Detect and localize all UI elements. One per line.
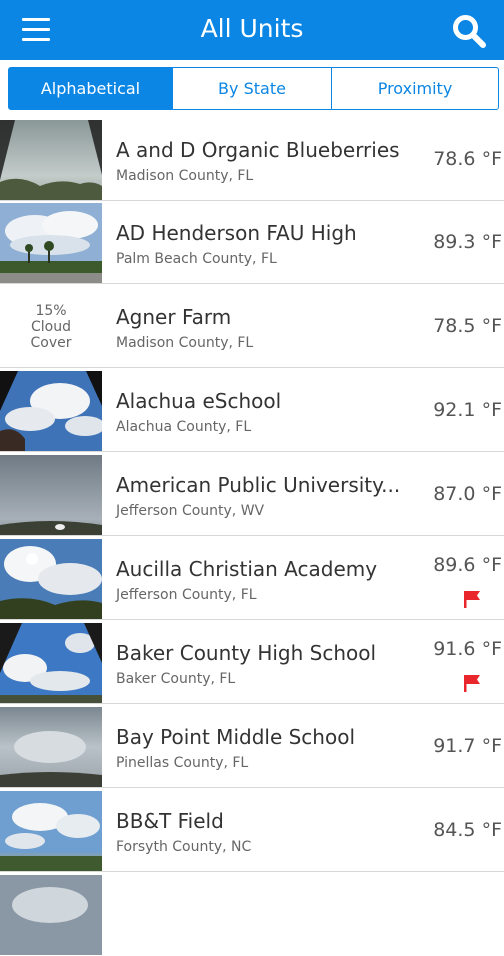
list-item[interactable]: Bay Point Middle School Pinellas County,…	[0, 705, 504, 788]
unit-name: Baker County High School	[116, 641, 377, 665]
unit-temperature: 78.6 °F	[433, 148, 502, 170]
unit-name: AD Henderson FAU High	[116, 221, 357, 245]
unit-temperature: 84.5 °F	[433, 819, 502, 841]
unit-temperature: 87.0 °F	[433, 483, 502, 505]
tab-proximity[interactable]: Proximity	[331, 67, 499, 110]
list-item[interactable]: 15% Cloud Cover Agner Farm Madison Count…	[0, 285, 504, 368]
unit-temperature: 92.1 °F	[433, 399, 502, 421]
unit-name: Alachua eSchool	[116, 389, 282, 413]
unit-name: Aucilla Christian Academy	[116, 557, 378, 581]
list-item[interactable]: BB&T Field Forsyth County, NC 84.5 °F	[0, 789, 504, 872]
sort-segmented-control: Alphabetical By State Proximity	[0, 60, 504, 118]
page-title: All Units	[200, 14, 304, 43]
sky-camera-thumbnail	[0, 203, 102, 283]
unit-county: Jefferson County, FL	[116, 587, 257, 603]
unit-name: Agner Farm	[116, 305, 232, 329]
sky-camera-thumbnail	[0, 539, 102, 619]
unit-name: BB&T Field	[116, 809, 224, 833]
list-item[interactable]: Aucilla Christian Academy Jefferson Coun…	[0, 537, 504, 620]
unit-county: Palm Beach County, FL	[116, 251, 277, 267]
unit-name: Bay Point Middle School	[116, 725, 356, 749]
unit-temperature: 91.7 °F	[433, 735, 502, 757]
sky-camera-thumbnail	[0, 791, 102, 871]
sky-camera-thumbnail	[0, 623, 102, 703]
flag-icon	[464, 591, 480, 608]
unit-county: Forsyth County, NC	[116, 839, 252, 855]
unit-county: Pinellas County, FL	[116, 755, 249, 771]
tab-by-state[interactable]: By State	[172, 67, 332, 110]
unit-county: Madison County, FL	[116, 335, 254, 351]
sky-camera-thumbnail	[0, 707, 102, 787]
sky-camera-thumbnail	[0, 120, 102, 200]
unit-county: Baker County, FL	[116, 671, 236, 687]
sky-camera-thumbnail	[0, 875, 102, 955]
list-item-partial[interactable]	[0, 873, 504, 956]
list-item[interactable]: A and D Organic Blueberries Madison Coun…	[0, 118, 504, 201]
unit-temperature: 91.6 °F	[433, 638, 502, 660]
unit-county: Jefferson County, WV	[116, 503, 265, 519]
list-item[interactable]: Alachua eSchool Alachua County, FL 92.1 …	[0, 369, 504, 452]
unit-county: Alachua County, FL	[116, 419, 252, 435]
list-item[interactable]: AD Henderson FAU High Palm Beach County,…	[0, 201, 504, 284]
list-item[interactable]: American Public University... Jefferson …	[0, 453, 504, 536]
flag-icon	[464, 675, 480, 692]
search-icon[interactable]	[452, 14, 486, 48]
sky-camera-thumbnail	[0, 455, 102, 535]
unit-name: A and D Organic Blueberries	[116, 138, 400, 162]
unit-temperature: 89.6 °F	[433, 554, 502, 576]
tab-alphabetical[interactable]: Alphabetical	[8, 67, 173, 110]
app-bar: All Units	[0, 0, 504, 60]
list-item[interactable]: Baker County High School Baker County, F…	[0, 621, 504, 704]
unit-name: American Public University...	[116, 473, 401, 497]
cloud-cover-label: 15% Cloud Cover	[30, 303, 72, 351]
sky-camera-thumbnail	[0, 371, 102, 451]
unit-temperature: 78.5 °F	[433, 315, 502, 337]
unit-temperature: 89.3 °F	[433, 231, 502, 253]
unit-county: Madison County, FL	[116, 168, 254, 184]
